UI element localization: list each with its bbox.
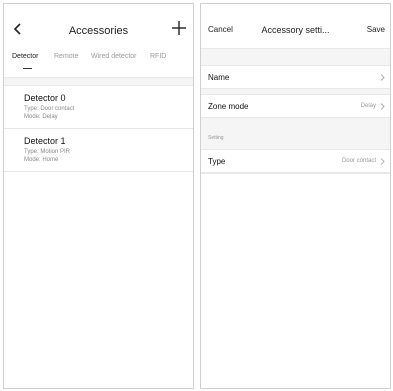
detector-type: Type: Motion PIR	[24, 149, 71, 155]
zone-mode-value: Delay	[360, 103, 376, 109]
tab-rfid[interactable]: RFID	[150, 53, 166, 60]
section-divider: Setting	[201, 117, 390, 150]
accessory-tabs: Detector Remote Wired detector RFID	[4, 53, 193, 71]
detector-name: Detector 1	[24, 136, 66, 146]
tab-detector[interactable]: Detector	[12, 53, 38, 60]
list-item[interactable]: Detector 1 Type: Motion PIR Mode: Home	[4, 129, 193, 172]
chevron-right-icon	[380, 158, 385, 165]
save-button[interactable]: Save	[367, 25, 385, 34]
tab-remote[interactable]: Remote	[54, 53, 79, 60]
detector-mode: Mode: Delay	[24, 114, 58, 120]
section-divider	[201, 48, 390, 66]
section-label: Setting	[208, 135, 224, 141]
page-title: Accessory setti...	[261, 25, 330, 35]
section-divider	[4, 77, 193, 86]
accessories-screen: Accessories Detector Remote Wired detect…	[3, 3, 194, 389]
detector-name: Detector 0	[24, 93, 66, 103]
type-row[interactable]: Type Door contact	[201, 150, 390, 172]
name-label: Name	[208, 73, 230, 82]
tab-wired-detector[interactable]: Wired detector	[91, 53, 137, 60]
section-divider	[201, 172, 390, 174]
type-value: Door contact	[341, 158, 376, 164]
zone-mode-label: Zone mode	[208, 102, 249, 111]
settings-header: Cancel Accessory setti... Save	[201, 4, 390, 48]
accessories-header: Accessories	[4, 4, 193, 48]
accessory-settings-screen: Cancel Accessory setti... Save Name Zone…	[200, 3, 391, 389]
page-title: Accessories	[68, 25, 129, 37]
chevron-right-icon	[380, 74, 385, 81]
plus-icon[interactable]	[171, 20, 187, 36]
chevron-right-icon	[380, 103, 385, 110]
tab-active-indicator	[23, 68, 32, 69]
name-row[interactable]: Name	[201, 66, 390, 88]
detector-mode: Mode: Home	[24, 157, 59, 163]
list-item[interactable]: Detector 0 Type: Door contact Mode: Dela…	[4, 86, 193, 129]
zone-mode-row[interactable]: Zone mode Delay	[201, 95, 390, 117]
type-label: Type	[208, 157, 226, 166]
section-divider	[201, 88, 390, 95]
detector-type: Type: Door contact	[24, 106, 75, 112]
detector-list: Detector 0 Type: Door contact Mode: Dela…	[4, 86, 193, 172]
